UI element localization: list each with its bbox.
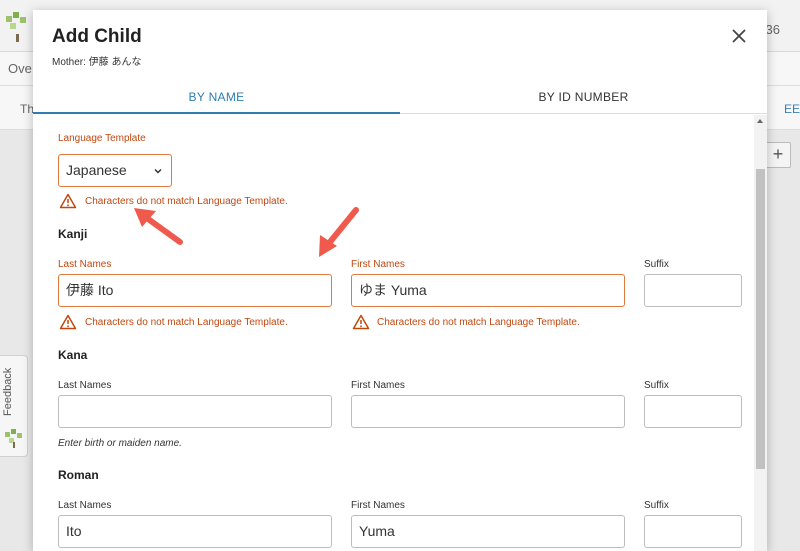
- close-icon[interactable]: [729, 26, 749, 46]
- roman-last-names-input[interactable]: Ito: [58, 515, 332, 548]
- kana-suffix-input[interactable]: [644, 395, 742, 428]
- kanji-suffix-label: Suffix: [644, 259, 669, 270]
- tab-by-name[interactable]: BY NAME: [33, 82, 400, 114]
- dialog-subtitle: Mother: 伊藤 あんな: [52, 57, 142, 68]
- language-template-value: Japanese: [66, 162, 127, 178]
- warning-icon: [59, 193, 77, 209]
- kana-suffix-label: Suffix: [644, 380, 669, 391]
- tab-by-id-number[interactable]: BY ID NUMBER: [400, 82, 767, 114]
- scrollbar-thumb[interactable]: [756, 169, 765, 469]
- roman-first-names-label: First Names: [351, 500, 405, 511]
- tab-bar: BY NAME BY ID NUMBER: [33, 82, 767, 114]
- form-content: Language Template Japanese Characters do…: [33, 115, 767, 551]
- add-button[interactable]: +: [765, 142, 791, 168]
- roman-first-names-input[interactable]: Yuma: [351, 515, 625, 548]
- scroll-up-icon[interactable]: [757, 119, 763, 123]
- warning-icon: [59, 314, 77, 330]
- language-template-select[interactable]: Japanese: [58, 154, 172, 187]
- subheader-text: Th: [20, 102, 35, 116]
- kana-last-names-input[interactable]: [58, 395, 332, 428]
- kana-section-title: Kana: [58, 348, 88, 362]
- kanji-suffix-input[interactable]: [644, 274, 742, 307]
- dialog-title: Add Child: [52, 26, 142, 47]
- kana-hint: Enter birth or maiden name.: [58, 438, 182, 449]
- kanji-first-names-error: Characters do not match Language Templat…: [377, 317, 580, 328]
- kanji-last-names-label: Last Names: [58, 259, 112, 270]
- roman-suffix-input[interactable]: [644, 515, 742, 548]
- roman-suffix-label: Suffix: [644, 500, 669, 511]
- tree-feedback-icon: [5, 429, 22, 448]
- header-text: 36: [765, 22, 780, 37]
- kanji-section-title: Kanji: [58, 227, 88, 241]
- warning-icon: [352, 314, 370, 330]
- nav-tab-overview[interactable]: Ove: [8, 61, 32, 76]
- kanji-first-names-input[interactable]: ゆま Yuma: [351, 274, 625, 307]
- scrollbar[interactable]: [754, 115, 767, 551]
- tree-logo-icon: [6, 12, 26, 42]
- annotation-arrow-icon: [134, 208, 183, 245]
- annotation-arrow-icon: [319, 207, 359, 257]
- chevron-down-icon: [154, 168, 162, 174]
- roman-section-title: Roman: [58, 468, 99, 482]
- language-template-label: Language Template: [58, 133, 146, 144]
- kana-last-names-label: Last Names: [58, 380, 112, 391]
- subheader-link[interactable]: EE: [784, 102, 800, 116]
- kana-first-names-input[interactable]: [351, 395, 625, 428]
- kana-first-names-label: First Names: [351, 380, 405, 391]
- kanji-first-names-label: First Names: [351, 259, 405, 270]
- add-child-dialog: Add Child Mother: 伊藤 あんな BY NAME BY ID N…: [33, 10, 767, 551]
- kanji-last-names-input[interactable]: 伊藤 Ito: [58, 274, 332, 307]
- roman-last-names-label: Last Names: [58, 500, 112, 511]
- kanji-last-names-error: Characters do not match Language Templat…: [85, 317, 288, 328]
- feedback-label: Feedback: [2, 367, 14, 417]
